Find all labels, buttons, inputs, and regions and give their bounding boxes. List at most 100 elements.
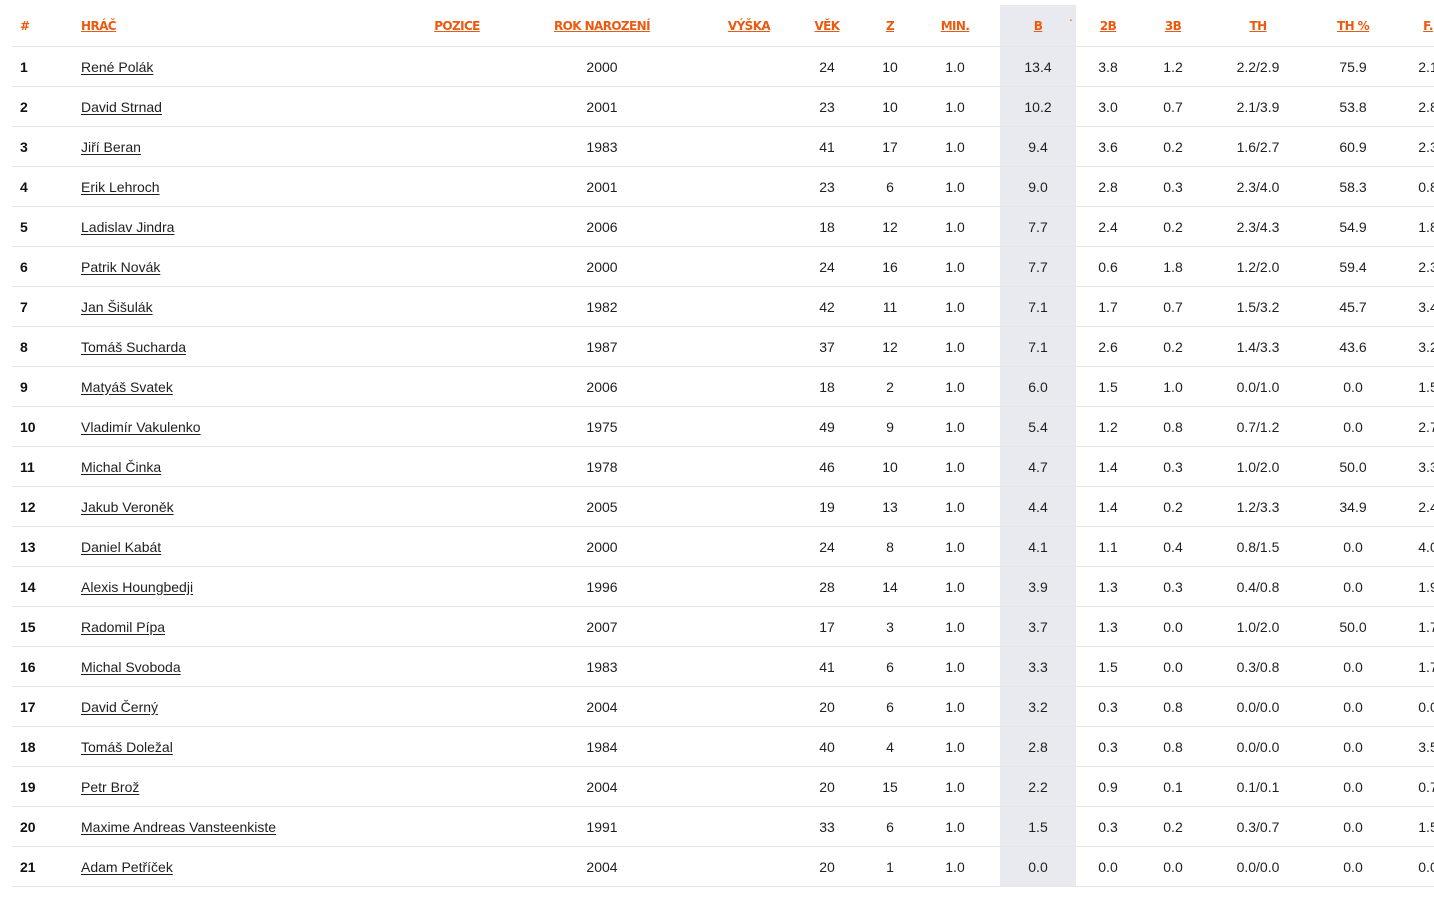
header-position[interactable]: POZICE [424, 5, 490, 47]
player-link[interactable]: Erik Lehroch [81, 179, 160, 195]
games-cell: 6 [870, 166, 910, 207]
position-cell [424, 366, 490, 407]
player-link[interactable]: Jiří Beran [81, 139, 141, 155]
three-pt-cell: 0.2 [1140, 126, 1206, 167]
player-cell: Tomáš Doležal [74, 726, 424, 767]
player-cell: Erik Lehroch [74, 166, 424, 207]
points-cell: 9.0 [1000, 166, 1076, 207]
age-cell: 20 [784, 686, 870, 727]
two-pt-cell: 1.7 [1076, 286, 1140, 327]
header-minutes[interactable]: MIN. [910, 5, 1000, 47]
birth-year-cell: 1982 [490, 286, 714, 327]
games-cell: 10 [870, 46, 910, 87]
birth-year-cell: 2004 [490, 686, 714, 727]
three-pt-cell: 0.3 [1140, 566, 1206, 607]
height-cell [714, 326, 784, 367]
rank-cell: 16 [12, 646, 74, 687]
free-throw-pct-cell: 0.0 [1310, 846, 1396, 887]
height-cell [714, 806, 784, 847]
header-fouls[interactable]: F. [1396, 5, 1434, 47]
points-cell: 9.4 [1000, 126, 1076, 167]
player-link[interactable]: Daniel Kabát [81, 539, 161, 555]
header-birth-year[interactable]: ROK NAROZENÍ [490, 5, 714, 47]
player-link[interactable]: Tomáš Doležal [81, 739, 173, 755]
header-points[interactable]: B ˄ [1000, 5, 1076, 47]
player-link[interactable]: David Strnad [81, 99, 162, 115]
player-link[interactable]: Adam Petříček [81, 859, 173, 875]
birth-year-cell: 2000 [490, 46, 714, 87]
minutes-cell: 1.0 [910, 326, 1000, 367]
rank-cell: 10 [12, 406, 74, 447]
games-cell: 9 [870, 406, 910, 447]
player-link[interactable]: Jan Šišulák [81, 299, 153, 315]
table-row: 9 Matyáš Svatek 2006 18 2 1.0 6.0 1.5 1.0 0.0/1.0… [12, 366, 1434, 407]
player-link[interactable]: René Polák [81, 59, 153, 75]
header-free-throws[interactable]: TH [1206, 5, 1310, 47]
three-pt-cell: 0.3 [1140, 166, 1206, 207]
three-pt-cell: 0.1 [1140, 766, 1206, 807]
player-link[interactable]: Matyáš Svatek [81, 379, 173, 395]
free-throws-cell: 1.0/2.0 [1206, 606, 1310, 647]
player-cell: Michal Svoboda [74, 646, 424, 687]
height-cell [714, 526, 784, 567]
age-cell: 46 [784, 446, 870, 487]
minutes-cell: 1.0 [910, 246, 1000, 287]
three-pt-cell: 0.7 [1140, 286, 1206, 327]
player-link[interactable]: David Černý [81, 699, 158, 715]
games-cell: 11 [870, 286, 910, 327]
player-link[interactable]: Alexis Houngbedji [81, 579, 193, 595]
points-cell: 3.7 [1000, 606, 1076, 647]
player-link[interactable]: Jakub Veroněk [81, 499, 174, 515]
player-link[interactable]: Ladislav Jindra [81, 219, 174, 235]
points-cell: 4.1 [1000, 526, 1076, 567]
fouls-cell: 4.0 [1396, 526, 1434, 567]
fouls-cell: 1.7 [1396, 646, 1434, 687]
player-cell: Radomil Pípa [74, 606, 424, 647]
birth-year-cell: 2006 [490, 206, 714, 247]
position-cell [424, 286, 490, 327]
player-link[interactable]: Vladimír Vakulenko [81, 419, 201, 435]
player-cell: Michal Činka [74, 446, 424, 487]
three-pt-cell: 0.2 [1140, 326, 1206, 367]
header-3pt[interactable]: 3B [1140, 5, 1206, 47]
header-height[interactable]: VÝŠKA [714, 5, 784, 47]
free-throws-cell: 0.4/0.8 [1206, 566, 1310, 607]
position-cell [424, 406, 490, 447]
header-2pt[interactable]: 2B [1076, 5, 1140, 47]
header-age[interactable]: VĚK [784, 5, 870, 47]
header-player[interactable]: HRÁČ [74, 5, 424, 47]
height-cell [714, 846, 784, 887]
birth-year-cell: 2007 [490, 606, 714, 647]
games-cell: 3 [870, 606, 910, 647]
player-link[interactable]: Maxime Andreas Vansteenkiste [81, 819, 276, 835]
minutes-cell: 1.0 [910, 726, 1000, 767]
player-link[interactable]: Michal Svoboda [81, 659, 181, 675]
player-cell: Tomáš Sucharda [74, 326, 424, 367]
position-cell [424, 166, 490, 207]
games-cell: 8 [870, 526, 910, 567]
free-throws-cell: 0.3/0.7 [1206, 806, 1310, 847]
player-link[interactable]: Petr Brož [81, 779, 139, 795]
fouls-cell: 1.5 [1396, 366, 1434, 407]
free-throws-cell: 1.2/3.3 [1206, 486, 1310, 527]
player-link[interactable]: Radomil Pípa [81, 619, 165, 635]
player-link[interactable]: Tomáš Sucharda [81, 339, 186, 355]
header-games[interactable]: Z [870, 5, 910, 47]
games-cell: 16 [870, 246, 910, 287]
rank-cell: 20 [12, 806, 74, 847]
free-throw-pct-cell: 34.9 [1310, 486, 1396, 527]
two-pt-cell: 1.3 [1076, 566, 1140, 607]
points-cell: 0.0 [1000, 846, 1076, 887]
header-free-throw-pct[interactable]: TH % [1310, 5, 1396, 47]
minutes-cell: 1.0 [910, 806, 1000, 847]
age-cell: 33 [784, 806, 870, 847]
player-link[interactable]: Patrik Novák [81, 259, 160, 275]
fouls-cell: 2.8 [1396, 86, 1434, 127]
minutes-cell: 1.0 [910, 86, 1000, 127]
two-pt-cell: 1.4 [1076, 446, 1140, 487]
table-row: 17 David Černý 2004 20 6 1.0 3.2 0.3 0.8 0.0/0.0 0… [12, 686, 1434, 727]
height-cell [714, 286, 784, 327]
player-link[interactable]: Michal Činka [81, 459, 161, 475]
table-row: 11 Michal Činka 1978 46 10 1.0 4.7 1.4 0.3 1.0/2.… [12, 446, 1434, 487]
table-row: 15 Radomil Pípa 2007 17 3 1.0 3.7 1.3 0.0 1.0/2.0… [12, 606, 1434, 647]
